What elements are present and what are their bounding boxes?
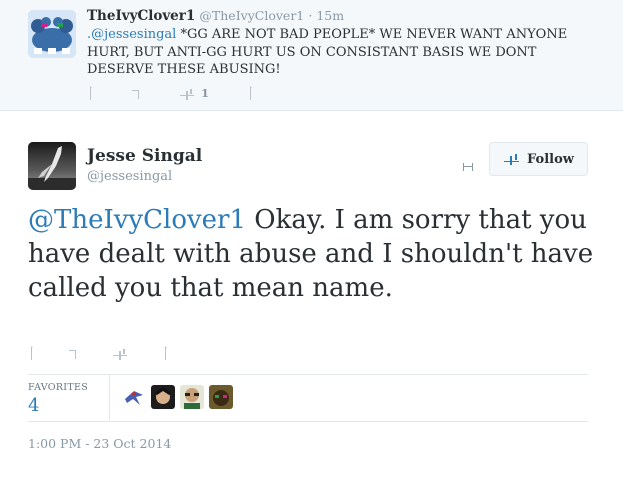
mention-link[interactable]: .@jessesingal (87, 27, 176, 42)
favoriter-avatars (122, 385, 238, 409)
more-button[interactable] (162, 344, 170, 362)
tweet-timestamp[interactable]: 1:00 PM - 23 Oct 2014 (28, 436, 171, 451)
more-button[interactable] (247, 84, 255, 102)
favorite-button[interactable] (112, 344, 128, 362)
favorites-count[interactable]: 4 (28, 395, 39, 416)
author-name[interactable]: Jesse Singal (87, 146, 202, 166)
main-tweet: Jesse Singal @jessesingal Follow @TheIvy… (0, 111, 623, 484)
tweet-text: @TheIvyClover1 Okay. I am sorry that you… (28, 203, 598, 305)
favoriter-avatar[interactable] (209, 385, 233, 409)
retweet-button[interactable] (68, 344, 78, 362)
tweet-time[interactable]: · 15m (308, 8, 344, 23)
retweet-button[interactable] (131, 84, 141, 102)
favorite-button[interactable]: 1 (179, 84, 209, 102)
favoriter-avatar[interactable] (122, 385, 146, 409)
parent-tweet-text: .@jessesingal *GG ARE NOT BAD PEOPLE* WE… (87, 26, 587, 79)
author-name[interactable]: TheIvyClover1 (87, 8, 195, 24)
tweet-actions (28, 344, 228, 362)
favorites-stat[interactable]: FAVORITES 4 (28, 375, 110, 421)
follow-user-icon (504, 154, 520, 165)
favorite-icon (180, 89, 194, 100)
more-icon (165, 346, 167, 360)
tweet-actions: 1 (87, 84, 287, 102)
follow-label: Follow (527, 151, 574, 167)
follow-button[interactable]: Follow (489, 142, 588, 176)
more-icon (250, 86, 252, 100)
author-handle[interactable]: @jessesingal (87, 169, 172, 184)
retweet-icon (132, 90, 139, 99)
reply-button[interactable] (87, 84, 95, 102)
avatar[interactable] (28, 10, 76, 58)
more-options-button[interactable] (462, 157, 474, 171)
reply-icon (31, 346, 33, 360)
author-handle[interactable]: @TheIvyClover1 (199, 8, 304, 23)
reply-icon (90, 86, 92, 100)
tweet-stats: FAVORITES 4 (28, 374, 588, 422)
more-icon (463, 163, 473, 171)
mention-link[interactable]: @TheIvyClover1 (28, 205, 246, 235)
favorite-icon (113, 349, 127, 360)
retweet-count: 1 (201, 86, 210, 100)
avatar[interactable] (28, 142, 76, 190)
favorites-label: FAVORITES (28, 382, 89, 393)
retweet-icon (69, 350, 76, 359)
favoriter-avatar[interactable] (180, 385, 204, 409)
reply-button[interactable] (28, 344, 36, 362)
parent-tweet[interactable]: TheIvyClover1 @TheIvyClover1 · 15m .@jes… (0, 0, 623, 111)
parent-tweet-header: TheIvyClover1 @TheIvyClover1 · 15m (87, 8, 344, 24)
favoriter-avatar[interactable] (151, 385, 175, 409)
